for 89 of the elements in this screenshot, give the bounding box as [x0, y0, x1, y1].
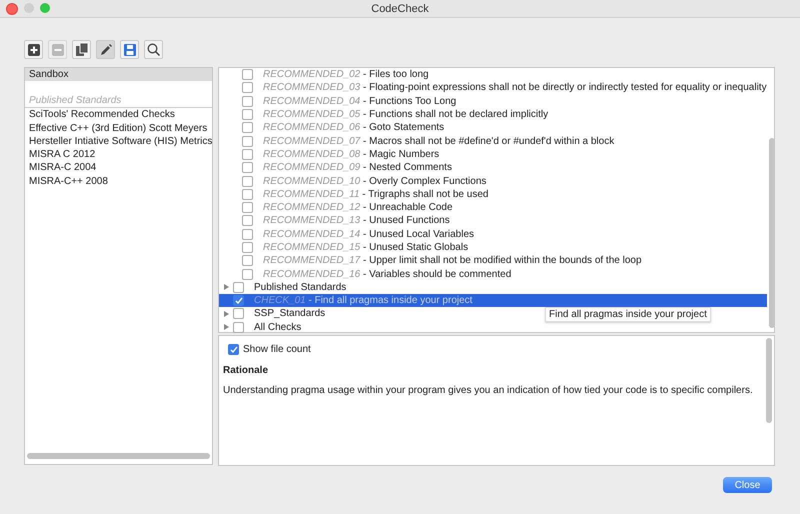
copy-icon — [76, 43, 88, 56]
check-row[interactable]: RECOMMENDED_08 - Magic Numbers — [219, 148, 767, 162]
checkbox[interactable] — [233, 282, 244, 293]
checkbox[interactable] — [242, 255, 253, 266]
window-title: CodeCheck — [371, 2, 429, 14]
checkbox[interactable] — [242, 202, 253, 214]
checkbox[interactable] — [228, 344, 239, 355]
standard-item[interactable]: Effective C++ (3rd Edition) Scott Meyers — [25, 122, 212, 135]
check-row[interactable]: RECOMMENDED_15 - Unused Static Globals — [219, 240, 767, 254]
check-label: RECOMMENDED_11 - Trigraphs shall not be used — [263, 188, 488, 200]
checkbox[interactable] — [242, 188, 253, 200]
expand-arrow-icon[interactable] — [223, 310, 229, 317]
checkbox[interactable] — [242, 69, 253, 80]
section-heading: Rationale — [223, 365, 270, 376]
group-label[interactable]: SSP_Standards — [254, 308, 326, 320]
check-label: RECOMMENDED_05 - Functions shall not be declared implicitly — [263, 109, 548, 120]
check-label: RECOMMENDED_03 - Floating-point expressions shall not be directly or indirectly tested for equality or inequality — [263, 82, 767, 94]
scrollbar-thumb[interactable] — [768, 138, 775, 328]
check-label: RECOMMENDED_17 - Upper limit shall not be modified within the bounds of the loop — [263, 255, 642, 266]
check-label: RECOMMENDED_10 - Overly Complex Functions — [263, 176, 486, 187]
checkbox[interactable] — [242, 242, 253, 253]
standard-item[interactable]: Sandbox — [25, 68, 212, 82]
checkbox[interactable] — [242, 176, 253, 187]
check-row[interactable]: RECOMMENDED_04 - Functions Too Long — [219, 94, 767, 108]
checkbox-label[interactable]: Show file count — [243, 344, 311, 355]
check-row[interactable]: RECOMMENDED_14 - Unused Local Variables — [219, 228, 767, 241]
expand-arrow-icon[interactable] — [223, 284, 229, 290]
checkbox[interactable] — [242, 215, 253, 226]
check-label: RECOMMENDED_07 - Macros shall not be #define'd or #undef'd within a block — [263, 136, 614, 147]
check-label: RECOMMENDED_04 - Functions Too Long — [263, 96, 456, 107]
check-row[interactable]: RECOMMENDED_07 - Macros shall not be #define'd or #undef'd within a block — [219, 134, 767, 148]
standard-item[interactable]: MISRA-C 2004 — [25, 161, 212, 175]
close-window-button[interactable] — [6, 3, 18, 15]
edit-button[interactable] — [96, 40, 115, 59]
checkbox[interactable] — [242, 228, 253, 240]
check-row[interactable]: RECOMMENDED_12 - Unreachable Code — [219, 200, 767, 214]
check-row[interactable]: RECOMMENDED_10 - Overly Complex Functions — [219, 174, 767, 188]
scrollbar-thumb[interactable] — [766, 338, 772, 423]
rationale-text: Understanding pragma usage within your program gives you an indication of how tied your code is to specific compilers. — [223, 385, 754, 396]
check-row[interactable]: RECOMMENDED_03 - Floating-point expressions shall not be directly or indirectly tested for equality or inequality — [219, 81, 767, 95]
check-label: RECOMMENDED_06 - Goto Statements — [263, 122, 444, 134]
checkbox[interactable] — [233, 295, 244, 306]
checkbox[interactable] — [242, 162, 253, 174]
checkbox[interactable] — [242, 109, 253, 120]
checkbox[interactable] — [242, 136, 253, 147]
check-row[interactable]: RECOMMENDED_17 - Upper limit shall not be modified within the bounds of the loop — [219, 254, 767, 268]
check-row[interactable]: RECOMMENDED_09 - Nested Comments — [219, 161, 767, 174]
check-label: RECOMMENDED_12 - Unreachable Code — [263, 202, 453, 214]
save-button[interactable] — [120, 40, 139, 59]
standard-item[interactable]: MISRA C 2012 — [25, 148, 212, 162]
add-button[interactable] — [24, 40, 43, 59]
checkbox[interactable] — [242, 122, 253, 134]
check-row[interactable]: RECOMMENDED_13 - Unused Functions — [219, 214, 767, 228]
check-label: RECOMMENDED_02 - Files too long — [263, 69, 429, 80]
search-icon — [147, 43, 160, 56]
remove-icon — [52, 44, 64, 56]
zoom-window-button[interactable] — [40, 3, 50, 13]
pencil-icon — [100, 44, 112, 56]
check-row[interactable]: RECOMMENDED_11 - Trigraphs shall not be used — [219, 188, 767, 201]
check-label: RECOMMENDED_14 - Unused Local Variables — [263, 228, 474, 240]
section-header: Published Standards — [25, 94, 212, 108]
check-label: RECOMMENDED_15 - Unused Static Globals — [263, 242, 468, 253]
copy-button[interactable] — [72, 40, 91, 59]
tooltip: Find all pragmas inside your project — [545, 307, 711, 322]
check-row[interactable]: RECOMMENDED_06 - Goto Statements — [219, 121, 767, 134]
check-label: CHECK_01 - Find all pragmas inside your project — [254, 295, 472, 306]
checkbox[interactable] — [233, 308, 244, 320]
check-label: RECOMMENDED_16 - Variables should be commented — [263, 268, 512, 280]
check-label: RECOMMENDED_13 - Unused Functions — [263, 215, 450, 226]
group-label[interactable]: All Checks — [254, 322, 302, 333]
checkbox[interactable] — [242, 268, 253, 280]
checkbox[interactable] — [242, 96, 253, 107]
expand-arrow-icon[interactable] — [223, 324, 229, 330]
standard-item[interactable]: MISRA-C++ 2008 — [25, 174, 212, 188]
checkbox[interactable] — [233, 322, 244, 333]
standard-item[interactable]: SciTools' Recommended Checks — [25, 108, 212, 122]
standard-item[interactable]: Hersteller Intiative Software (HIS) Metrics — [25, 134, 212, 148]
check-label: RECOMMENDED_08 - Magic Numbers — [263, 148, 440, 160]
check-row[interactable]: RECOMMENDED_02 - Files too long — [219, 68, 767, 82]
scrollbar-thumb[interactable] — [27, 453, 210, 459]
check-row[interactable]: RECOMMENDED_05 - Functions shall not be declared implicitly — [219, 108, 767, 122]
checkbox[interactable] — [242, 148, 253, 160]
checkbox[interactable] — [242, 82, 253, 94]
save-icon — [124, 44, 136, 56]
group-label[interactable]: Published Standards — [254, 282, 346, 293]
search-button[interactable] — [144, 40, 163, 59]
add-icon — [28, 44, 40, 56]
check-label: RECOMMENDED_09 - Nested Comments — [263, 162, 452, 174]
check-row[interactable]: RECOMMENDED_16 - Variables should be commented — [219, 267, 767, 281]
